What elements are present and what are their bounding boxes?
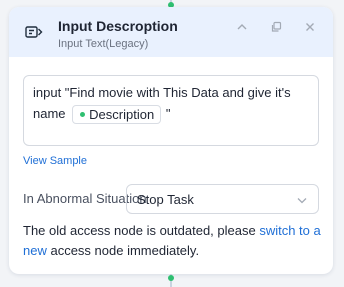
notice-text-before: The old access node is outdated, please [23, 223, 260, 238]
node-title: Input Descroption [58, 18, 178, 34]
outdated-node-notice: The old access node is outdated, please … [23, 221, 323, 261]
close-icon[interactable] [301, 18, 319, 36]
keyboard-input-icon [23, 21, 45, 43]
chevron-down-icon [296, 194, 308, 206]
copy-icon[interactable] [267, 18, 285, 36]
input-text-after: " [165, 106, 171, 121]
notice-text-after: access node immediately. [46, 243, 200, 258]
node-card[interactable]: Input Descroption Input Text(Legacy) inp… [9, 7, 333, 274]
chevron-up-icon[interactable] [233, 18, 251, 36]
abnormal-situation-select[interactable]: Stop Task [126, 184, 319, 214]
abnormal-situation-value: Stop Task [137, 191, 194, 207]
variable-dot-icon [80, 112, 86, 118]
node-subtitle: Input Text(Legacy) [58, 38, 149, 50]
connector-dot-bottom [168, 275, 174, 281]
node-header: Input Descroption Input Text(Legacy) [9, 7, 333, 57]
variable-chip-label: Description [89, 107, 155, 123]
input-text-editor[interactable]: input "Find movie with This Data and giv… [23, 75, 319, 146]
variable-chip[interactable]: Description [72, 105, 162, 125]
view-sample-link[interactable]: View Sample [23, 155, 87, 167]
